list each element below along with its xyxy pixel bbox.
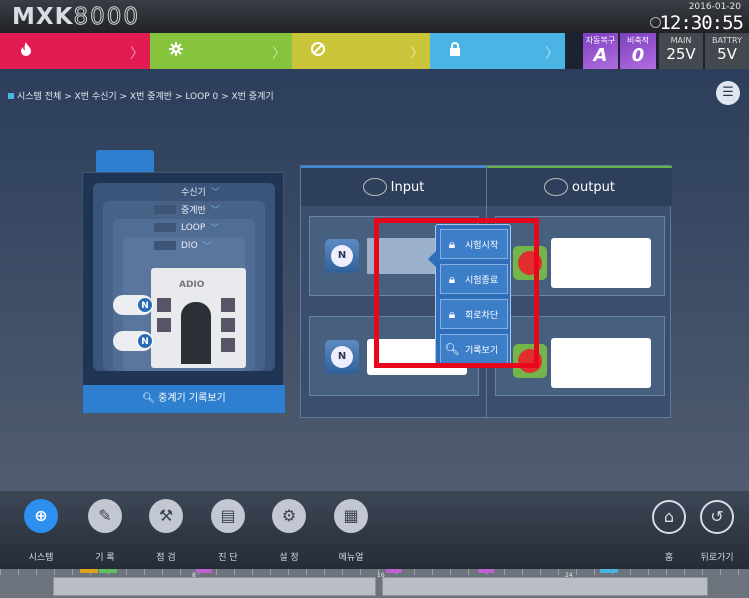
relay-history-button[interactable]: 🔍︎ 중계기 기록보기 bbox=[83, 385, 285, 413]
n-badge-1[interactable]: N bbox=[137, 297, 153, 313]
back-arrow-icon: ↺ bbox=[710, 507, 724, 526]
tier-row-dio[interactable]: DIO ﹀ bbox=[154, 239, 212, 252]
system-nav-button[interactable]: ⊕ bbox=[24, 499, 58, 533]
settings-nav-button[interactable]: ⚙ bbox=[272, 499, 306, 533]
fire-icon bbox=[18, 41, 34, 61]
output-slot-2[interactable] bbox=[551, 338, 651, 388]
breadcrumb-marker bbox=[8, 93, 14, 99]
chevron-down-icon: ﹀ bbox=[210, 188, 220, 198]
highlight-box bbox=[374, 218, 539, 368]
chevron-down-icon: ﹀ bbox=[202, 242, 212, 252]
device-hierarchy: 수신기 ﹀ 중계반 ﹀ LOOP ﹀ DIO ﹀ ADIO N N bbox=[93, 183, 275, 371]
n-badge-2[interactable]: N bbox=[137, 333, 153, 349]
input-icon bbox=[362, 178, 387, 196]
tier-row-receiver[interactable]: 수신기 ﹀ bbox=[154, 185, 220, 198]
record-nav-button[interactable]: ✎ bbox=[88, 499, 122, 533]
input-detector-2[interactable]: N bbox=[325, 340, 359, 374]
block-status-segment[interactable]: 〉 bbox=[292, 33, 430, 69]
lock-icon bbox=[448, 41, 462, 61]
pencil-icon: ✎ bbox=[98, 506, 112, 525]
output-slot-1[interactable] bbox=[551, 238, 651, 288]
chevron-right-icon: 〉 bbox=[410, 46, 424, 62]
fire-status-segment[interactable]: 〉 bbox=[0, 33, 150, 69]
clipboard-icon: ▤ bbox=[220, 506, 236, 525]
relay-device-image: ADIO bbox=[151, 268, 246, 368]
block-circle-icon bbox=[310, 41, 326, 61]
top-bar: MXK8000 2016-01-20 12:30:55 bbox=[0, 0, 749, 34]
device-panel: 수신기 ﹀ 중계반 ﹀ LOOP ﹀ DIO ﹀ ADIO N N 🔍︎ 중계기 기록보… bbox=[82, 172, 285, 413]
non-accumulation-box[interactable]: 비축적 0 bbox=[620, 33, 656, 69]
diagnose-nav-button[interactable]: ▤ bbox=[211, 499, 245, 533]
list-icon: ☰ bbox=[722, 85, 734, 100]
chevron-right-icon: 〉 bbox=[545, 46, 559, 62]
chevron-right-icon: 〉 bbox=[130, 46, 144, 62]
app-logo: MXK8000 bbox=[12, 4, 140, 31]
tier-row-loop[interactable]: LOOP ﹀ bbox=[154, 221, 219, 234]
tier-row-relay-panel[interactable]: 중계반 ﹀ bbox=[154, 203, 220, 216]
home-button[interactable]: ⌂ bbox=[652, 500, 686, 534]
fault-status-segment[interactable]: 〉 bbox=[150, 33, 292, 69]
home-icon: ⌂ bbox=[663, 507, 675, 526]
chevron-down-icon: ﹀ bbox=[210, 206, 220, 216]
chevron-down-icon: ﹀ bbox=[210, 224, 220, 234]
output-icon bbox=[544, 178, 569, 196]
time-display: 12:30:55 bbox=[659, 12, 744, 34]
list-menu-button[interactable]: ☰ bbox=[716, 81, 740, 105]
input-header: Input bbox=[301, 166, 486, 206]
auto-recovery-box[interactable]: 자동복구 A bbox=[583, 33, 618, 69]
lock-status-segment[interactable]: 〉 bbox=[430, 33, 565, 69]
bottom-dock: ⊕ 시스템 ✎ 기 록 ⚒ 점 검 ▤ 진 단 ⚙ 설 정 ▦ 메뉴얼 ⌂ 홈 … bbox=[0, 491, 749, 569]
input-detector-1[interactable]: N bbox=[325, 239, 359, 273]
back-button[interactable]: ↺ bbox=[700, 500, 734, 534]
manual-nav-button[interactable]: ▦ bbox=[334, 499, 368, 533]
inspect-icon: ⚒ bbox=[158, 506, 174, 525]
battery-power-box: BATTRY 5V bbox=[705, 33, 749, 69]
fault-gear-icon bbox=[168, 41, 184, 61]
gear-icon: ⚙ bbox=[281, 506, 297, 525]
search-icon: 🔍︎ bbox=[142, 393, 155, 404]
chevron-right-icon: 〉 bbox=[272, 46, 286, 62]
globe-icon: ⊕ bbox=[34, 506, 48, 525]
date-display: 2016-01-20 bbox=[688, 2, 741, 12]
breadcrumb: 시스템 전체 > X번 수신기 > X번 중계반 > LOOP 0 > X번 중… bbox=[8, 89, 274, 102]
inspect-nav-button[interactable]: ⚒ bbox=[149, 499, 183, 533]
footer-slot-right[interactable] bbox=[382, 577, 708, 596]
main-power-box: MAIN 25V bbox=[659, 33, 703, 69]
output-header: output bbox=[487, 166, 672, 206]
footer-slot-left[interactable] bbox=[53, 577, 376, 596]
manual-icon: ▦ bbox=[343, 506, 359, 525]
